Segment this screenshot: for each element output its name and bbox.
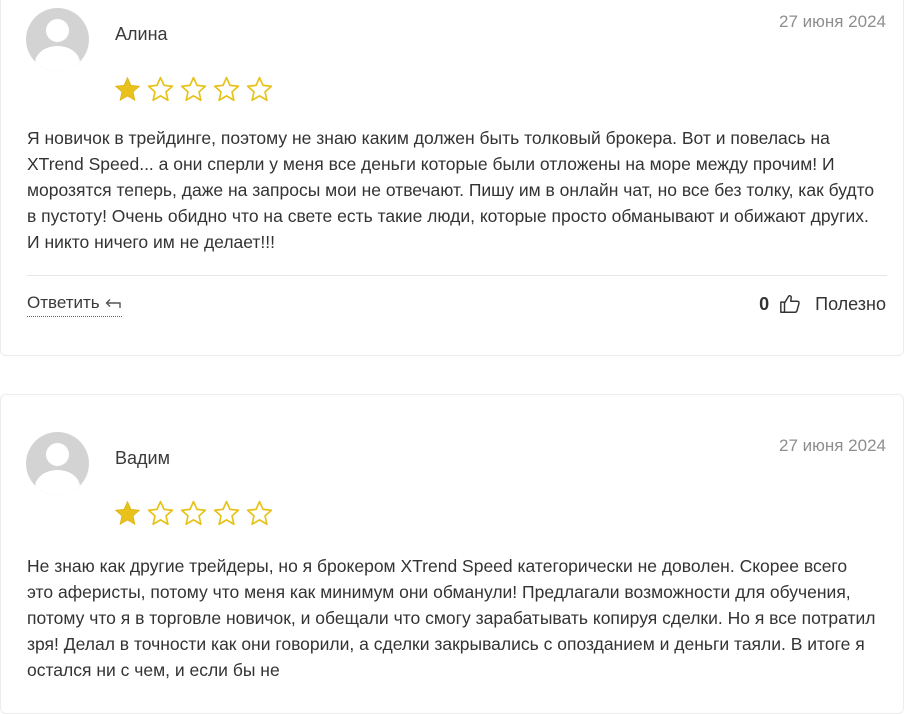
useful-count: 0 xyxy=(759,293,770,314)
star-empty-icon xyxy=(213,500,240,526)
useful-label: Полезно xyxy=(815,293,886,314)
avatar xyxy=(26,432,89,495)
reply-button[interactable]: Ответить xyxy=(27,293,122,317)
review-card: Вадим 27 июня 2024 Не знаю как другие тр… xyxy=(0,394,904,714)
reply-arrow-icon xyxy=(105,299,121,308)
review-card: Алина 27 июня 2024 Я новичок в трейдинге… xyxy=(0,0,904,356)
reply-label: Ответить xyxy=(27,293,100,312)
star-empty-icon xyxy=(180,76,207,102)
review-date: 27 июня 2024 xyxy=(778,12,886,31)
star-filled-icon xyxy=(114,76,141,101)
star-empty-icon xyxy=(246,500,273,526)
review-author: Вадим xyxy=(115,448,170,468)
like-button[interactable] xyxy=(779,293,801,315)
star-empty-icon xyxy=(147,500,174,526)
star-empty-icon xyxy=(213,76,240,102)
star-filled-icon xyxy=(114,500,141,525)
avatar xyxy=(26,8,89,71)
star-empty-icon xyxy=(246,76,273,102)
review-text: Не знаю как другие трейдеры, но я брокер… xyxy=(27,556,876,680)
star-empty-icon xyxy=(147,76,174,102)
review-date: 27 июня 2024 xyxy=(778,436,886,455)
rating-stars xyxy=(113,499,274,528)
useful-section: 0 Полезно xyxy=(759,293,886,315)
review-author: Алина xyxy=(115,24,168,44)
star-empty-icon xyxy=(180,500,207,526)
divider xyxy=(27,275,887,276)
review-text: Я новичок в трейдинге, поэтому не знаю к… xyxy=(27,128,875,252)
thumbs-up-icon xyxy=(780,295,800,313)
rating-stars xyxy=(113,75,274,104)
